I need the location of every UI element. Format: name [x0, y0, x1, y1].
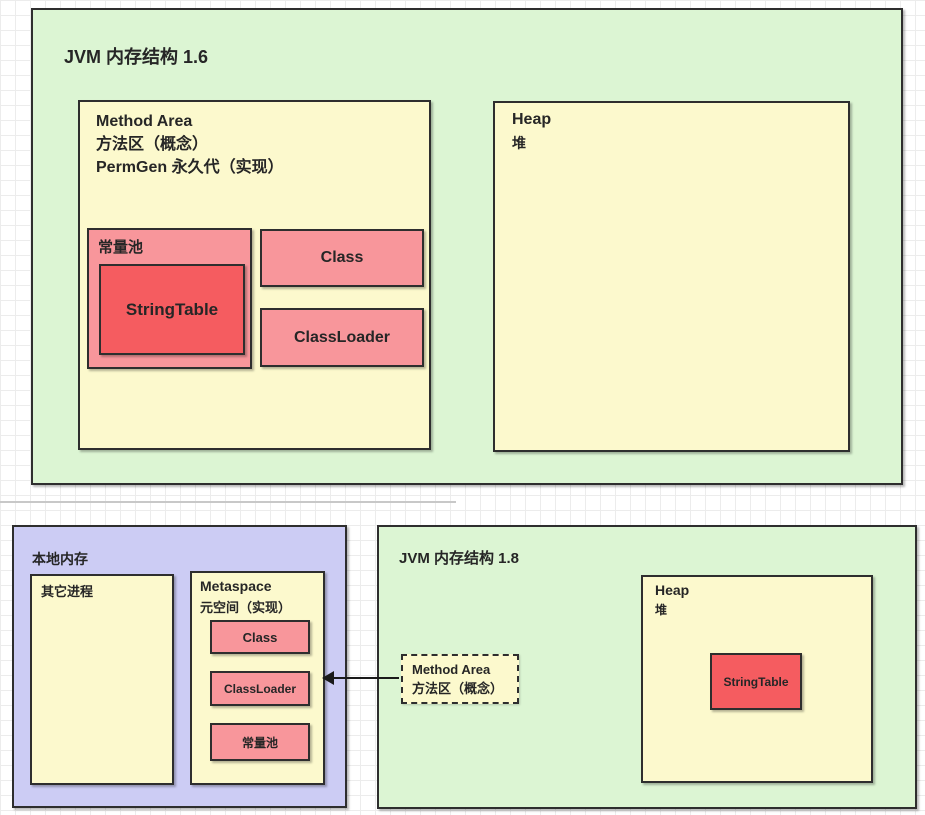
heap-16-box: Heap 堆 — [493, 101, 850, 452]
stringtable-18-label: StringTable — [712, 655, 800, 708]
metaspace-classloader-label: ClassLoader — [212, 673, 308, 704]
jvm-18-title: JVM 内存结构 1.8 — [399, 547, 519, 568]
method-area-18-label: Method Area 方法区（概念） — [412, 660, 503, 698]
jvm-16-title: JVM 内存结构 1.6 — [64, 43, 208, 69]
heap-16-subtitle: 堆 — [512, 133, 526, 153]
constant-pool-16-label: 常量池 — [98, 236, 143, 257]
metaspace-constant-pool-box: 常量池 — [210, 723, 310, 761]
constant-pool-16-box: 常量池 StringTable — [87, 228, 252, 369]
stringtable-18-box: StringTable — [710, 653, 802, 710]
jvm-18-container: JVM 内存结构 1.8 Method Area 方法区（概念） Heap 堆 … — [377, 525, 917, 809]
metaspace-classloader-box: ClassLoader — [210, 671, 310, 706]
metaspace-box: Metaspace 元空间（实现） Class ClassLoader 常量池 — [190, 571, 325, 785]
method-area-16-line3: PermGen 永久代（实现） — [96, 156, 284, 179]
other-process-box: 其它进程 — [30, 574, 174, 785]
metaspace-subtitle: 元空间（实现） — [200, 597, 291, 616]
method-area-16-line1: Method Area — [96, 110, 284, 133]
native-memory-container: 本地内存 其它进程 Metaspace 元空间（实现） Class ClassL… — [12, 525, 347, 808]
heap-18-box: Heap 堆 StringTable — [641, 575, 873, 783]
diagram-canvas: JVM 内存结构 1.6 Method Area 方法区（概念） PermGen… — [0, 0, 925, 815]
method-area-18-line1: Method Area — [412, 660, 503, 679]
class-16-box: Class — [260, 229, 424, 287]
metaspace-class-label: Class — [212, 622, 308, 652]
jvm-16-container: JVM 内存结构 1.6 Method Area 方法区（概念） PermGen… — [31, 8, 903, 485]
stringtable-16-label: StringTable — [101, 266, 243, 353]
classloader-16-label: ClassLoader — [262, 310, 422, 365]
heap-18-title: Heap — [655, 582, 689, 598]
metaspace-class-box: Class — [210, 620, 310, 654]
arrow-method-area-to-metaspace-line — [333, 677, 399, 679]
method-area-16-box: Method Area 方法区（概念） PermGen 永久代（实现） 常量池 … — [78, 100, 431, 450]
heap-16-title: Heap — [512, 111, 551, 129]
class-16-label: Class — [262, 231, 422, 285]
method-area-16-label: Method Area 方法区（概念） PermGen 永久代（实现） — [96, 110, 284, 179]
other-process-label: 其它进程 — [41, 581, 93, 600]
method-area-18-line2: 方法区（概念） — [412, 679, 503, 698]
method-area-18-box: Method Area 方法区（概念） — [401, 654, 519, 704]
native-memory-title: 本地内存 — [32, 549, 88, 569]
arrow-method-area-to-metaspace-head — [322, 671, 334, 685]
metaspace-constant-pool-label: 常量池 — [212, 725, 308, 759]
screenshot-divider — [0, 501, 456, 503]
classloader-16-box: ClassLoader — [260, 308, 424, 367]
heap-18-subtitle: 堆 — [655, 601, 667, 618]
method-area-16-line2: 方法区（概念） — [96, 133, 284, 156]
metaspace-title: Metaspace — [200, 578, 272, 594]
stringtable-16-box: StringTable — [99, 264, 245, 355]
